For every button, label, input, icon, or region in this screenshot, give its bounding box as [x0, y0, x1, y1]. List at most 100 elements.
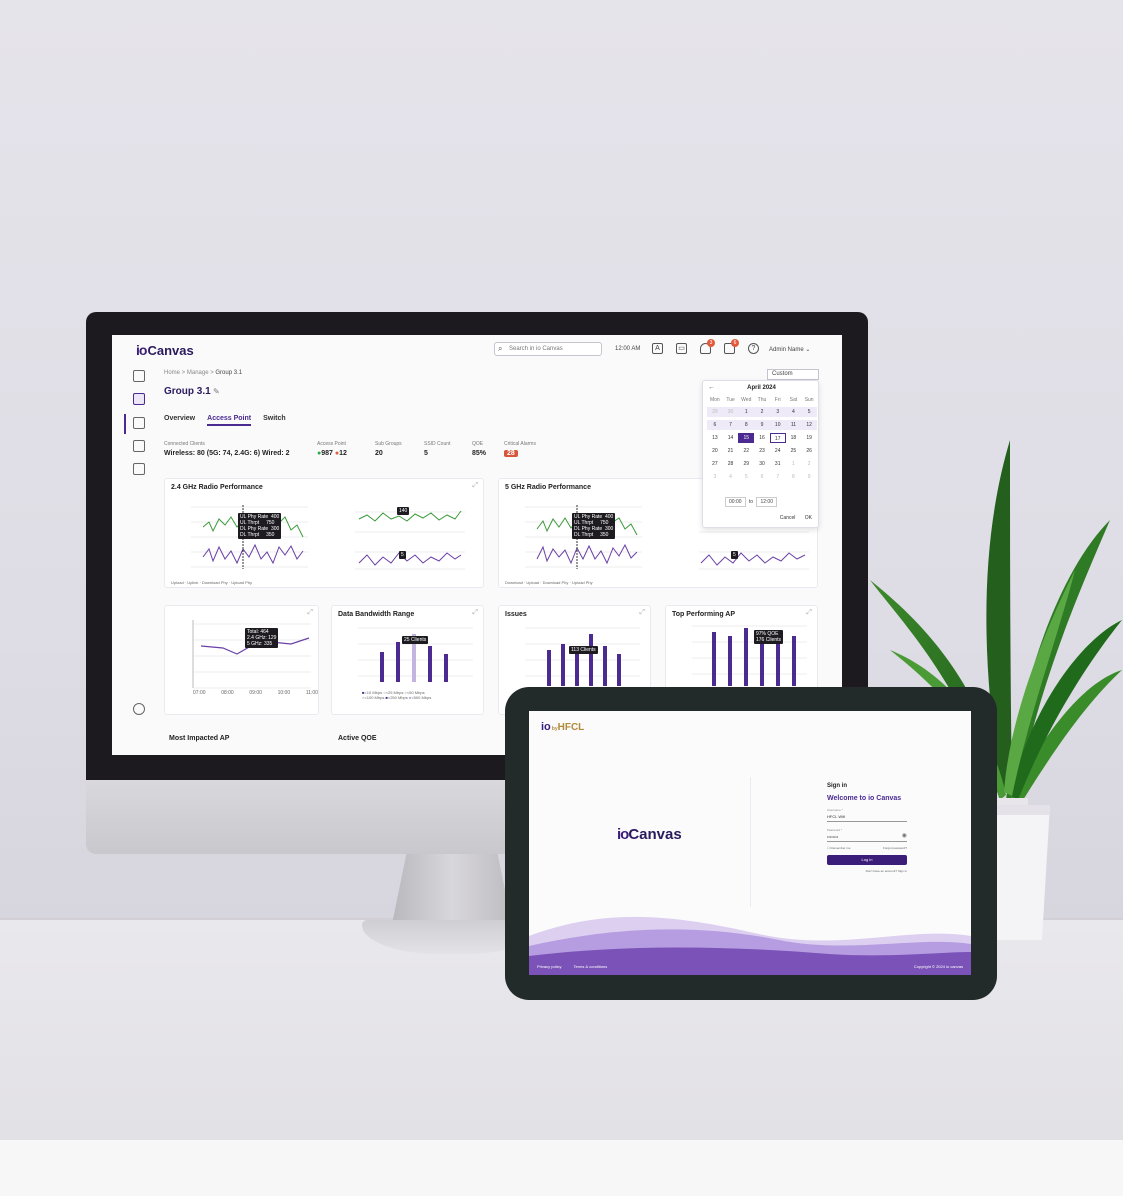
time-range: 00:00 to 12:00 — [723, 497, 779, 507]
date-range-select[interactable]: Custom — [767, 369, 819, 380]
calendar-day[interactable]: 8 — [786, 472, 802, 482]
calendar-day[interactable]: 6 — [707, 420, 723, 430]
tab-access-point[interactable]: Access Point — [207, 415, 252, 426]
calendar-day[interactable]: 21 — [723, 446, 739, 456]
password-field[interactable]: Password * •••••••• ◉ — [827, 828, 907, 842]
calendar-day[interactable]: 5 — [738, 472, 754, 482]
calendar-day[interactable]: 3 — [769, 407, 786, 417]
remember-me-checkbox[interactable]: ☐ Remember me — [827, 846, 850, 850]
search-input[interactable]: ⌕ Search in io Canvas — [494, 342, 602, 356]
calendar-day[interactable]: 31 — [770, 459, 786, 469]
calendar-day[interactable]: 11 — [785, 420, 802, 430]
admin-menu[interactable]: Admin Name ⌄ — [769, 346, 810, 353]
chart-tooltip: 25 Clients — [402, 636, 429, 644]
calendar-day[interactable]: 28 — [723, 459, 739, 469]
calendar-day[interactable]: 16 — [754, 433, 770, 443]
time-to-input[interactable]: 12:00 — [756, 497, 777, 507]
calendar-day[interactable]: 6 — [754, 472, 770, 482]
calendar-day[interactable]: 23 — [754, 446, 770, 456]
panel-title: Issues — [505, 611, 527, 618]
calendar-day[interactable]: 22 — [738, 446, 754, 456]
calendar-day[interactable]: 18 — [786, 433, 802, 443]
cancel-button[interactable]: Cancel — [780, 515, 796, 521]
weekday-label: Tue — [726, 397, 735, 403]
expand-icon[interactable]: ⤢ — [472, 609, 478, 617]
chat-icon[interactable]: ▭ — [676, 343, 687, 354]
devices-nav-icon[interactable] — [133, 417, 145, 429]
stat-access-point: Access Point ●987 ●12 — [317, 441, 347, 457]
chart-tooltip: UL Phy Rate 400 UL Thrpt 750 DL Phy Rate… — [238, 513, 282, 539]
calendar-day[interactable]: 13 — [707, 433, 723, 443]
calendar-day[interactable]: 10 — [769, 420, 786, 430]
tab-switch[interactable]: Switch — [263, 415, 286, 426]
weekday-label: Mon — [709, 397, 720, 403]
hfcl-logo: iobyHFCL — [541, 721, 585, 733]
tools-nav-icon[interactable] — [133, 440, 145, 452]
calendar-day[interactable]: 1 — [738, 407, 755, 417]
calendar-day[interactable]: 12 — [801, 420, 817, 430]
calendar-day[interactable]: 19 — [801, 433, 817, 443]
calendar-day[interactable]: 30 — [754, 459, 770, 469]
calendar-day[interactable]: 20 — [707, 446, 723, 456]
calendar-day[interactable]: 8 — [738, 420, 755, 430]
date-picker[interactable]: ← April 2024 Mon Tue Wed Thu Fri Sat Sun… — [702, 380, 819, 528]
chart-badge: 5 — [399, 551, 406, 559]
help-icon[interactable]: ? — [748, 343, 759, 354]
calendar-day[interactable]: 9 — [801, 472, 817, 482]
expand-icon[interactable]: ⤢ — [806, 609, 812, 617]
calendar-day[interactable]: 7 — [770, 472, 786, 482]
stat-critical-alarms[interactable]: Critical Alarms 28 — [504, 441, 536, 457]
terms-link[interactable]: Terms & conditions — [573, 964, 607, 969]
dashboard-nav-icon[interactable] — [133, 370, 145, 382]
stats-row: Connected Clients Wireless: 80 (5G: 74, … — [164, 441, 544, 465]
calendar-day-selected[interactable]: 15 — [738, 433, 755, 443]
ok-button[interactable]: OK — [805, 515, 812, 521]
bottom-strip — [0, 1140, 1123, 1196]
network-nav-icon[interactable] — [133, 393, 145, 405]
stat-qoe: QOE 85% — [472, 441, 487, 457]
forgot-password-link[interactable]: Forgot password? — [883, 846, 907, 850]
calendar-day[interactable]: 1 — [786, 459, 802, 469]
login-button[interactable]: Log in — [827, 855, 907, 865]
edit-icon[interactable]: ✎ — [213, 387, 220, 396]
eye-off-icon[interactable]: ◉ — [902, 832, 907, 839]
issues-bar-chart — [525, 627, 640, 686]
breadcrumb-manage[interactable]: Manage — [187, 370, 209, 376]
chevron-down-icon: ⌄ — [805, 347, 811, 353]
calendar-day[interactable]: 2 — [801, 459, 817, 469]
calendar-day[interactable]: 4 — [723, 472, 739, 482]
top-ap-bar-chart — [692, 625, 807, 686]
expand-icon[interactable]: ⤢ — [639, 609, 645, 617]
tab-overview[interactable]: Overview — [164, 415, 195, 426]
chart-tooltip: 113 Clients — [569, 646, 598, 654]
breadcrumb-home[interactable]: Home — [164, 370, 180, 376]
translate-icon[interactable]: A — [652, 343, 663, 354]
signup-link[interactable]: Don't have an account? Sign in — [827, 869, 907, 873]
privacy-link[interactable]: Privacy policy — [537, 964, 561, 969]
calendar-day[interactable]: 7 — [722, 420, 739, 430]
calendar-day[interactable]: 14 — [723, 433, 739, 443]
calendar-day[interactable]: 5 — [801, 407, 817, 417]
time-from-input[interactable]: 00:00 — [725, 497, 746, 507]
expand-icon[interactable]: ⤢ — [472, 482, 478, 490]
panel-title: 2.4 GHz Radio Performance — [171, 484, 263, 491]
calendar-day[interactable]: 24 — [770, 446, 786, 456]
calendar-day[interactable]: 29 — [707, 407, 723, 417]
tablet-login-screen: iobyHFCL ioCanvas Sign in Welcome to io … — [529, 711, 971, 975]
calendar-day[interactable]: 25 — [786, 446, 802, 456]
calendar-day[interactable]: 4 — [785, 407, 802, 417]
calendar-day-today[interactable]: 17 — [769, 433, 786, 443]
calendar-day[interactable]: 27 — [707, 459, 723, 469]
calendar-day[interactable]: 29 — [738, 459, 754, 469]
monitor-nav-icon[interactable] — [133, 463, 145, 475]
calendar-day[interactable]: 26 — [801, 446, 817, 456]
app-logo[interactable]: ioCanvas — [136, 342, 194, 358]
calendar-day[interactable]: 3 — [707, 472, 723, 482]
calendar-day[interactable]: 30 — [722, 407, 739, 417]
settings-nav-icon[interactable] — [133, 703, 145, 715]
username-field[interactable]: Username * HFCL Wifi — [827, 808, 907, 822]
notification-badge: 3 — [707, 339, 715, 347]
sign-in-heading: Sign in — [827, 783, 847, 789]
calendar-day[interactable]: 9 — [754, 420, 770, 430]
calendar-day[interactable]: 2 — [754, 407, 770, 417]
